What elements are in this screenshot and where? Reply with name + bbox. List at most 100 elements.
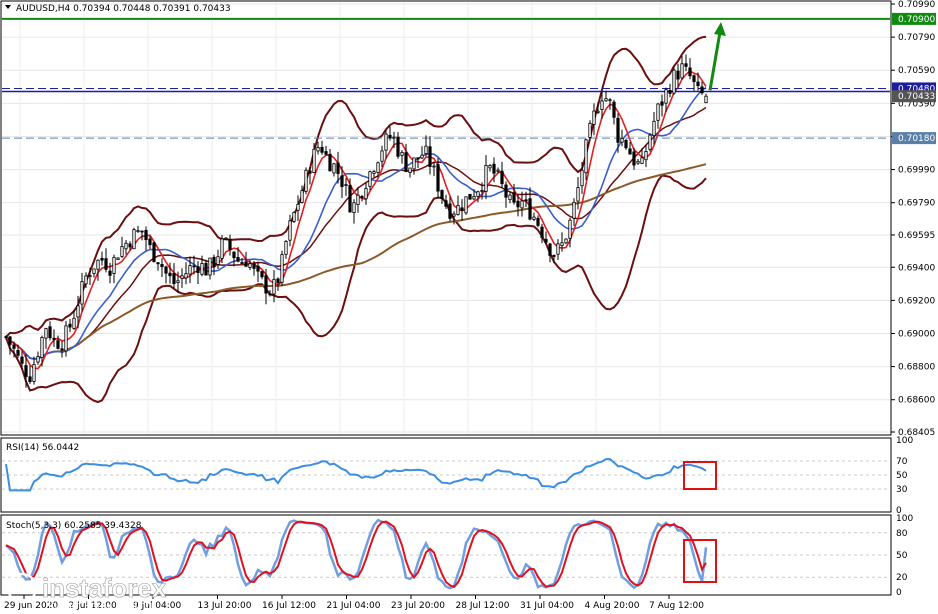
candle-body [80,281,84,305]
candle-body [260,271,264,278]
candle-body [424,145,428,155]
price-tick-label: 0.69595 [898,231,935,241]
stoch-header: Stoch(5,3,3) 60.2585 39.4328 [6,521,142,531]
candle-body [652,120,656,136]
candle-body [208,257,212,276]
candle-body [60,348,64,351]
candle-body [288,220,292,241]
candle-body [516,200,520,208]
candle-body [580,169,584,187]
candle-body [592,110,596,125]
candle-body [92,268,96,274]
candle-body [344,184,348,186]
candle-body [88,275,92,278]
candle-body [396,136,400,157]
candle-body [136,230,140,233]
candle-body [200,263,204,275]
candle-body [172,273,176,284]
candle-body [520,200,524,209]
candle-body [68,323,72,328]
candle-body [20,356,24,364]
candle-body [124,242,128,250]
candle-body [116,257,120,261]
rsi-header: RSI(14) 56.0442 [6,443,79,453]
time-tick-label: 28 Jul 12:00 [456,601,510,611]
candle-body [268,293,272,296]
candle-body [672,69,676,94]
candle-body [408,167,412,173]
candle-body [188,265,192,275]
candle-body [584,139,588,174]
rsi-tick-label: 50 [896,471,908,481]
price-tag-label: 0.70900 [898,15,935,25]
candle-body [528,198,532,220]
candle-body [700,86,704,94]
stoch-tick-label: 20 [896,573,908,583]
candle-body [356,194,360,205]
candle-body [376,162,380,173]
candle-body [84,275,88,285]
stoch-tick-label: 50 [896,551,908,561]
candle-body [112,256,116,274]
candle-body [144,229,148,241]
candle-body [616,117,620,143]
candle-body [132,229,136,250]
symbol-header: AUDUSD,H4 0.70394 0.70448 0.70391 0.7043… [16,4,231,14]
candle-body [620,138,624,143]
candle-body [12,344,16,349]
candle-body [256,265,260,272]
candle-body [96,259,100,270]
candle-body [180,275,184,279]
candle-body [120,246,124,257]
candle-body [244,261,248,267]
candle-body [428,146,432,167]
candle-body [148,238,152,246]
candle-body [364,188,368,200]
candle-body [64,325,68,352]
main-pane[interactable] [0,0,892,436]
time-tick-label: 23 Jul 20:00 [391,601,445,611]
candle-body [108,270,112,276]
candle-body [40,337,44,358]
candle-body [636,160,640,164]
price-tag-label: 0.70433 [898,92,935,102]
candle-body [532,216,536,220]
candle-body [300,190,304,203]
candle-body [272,278,276,295]
candle-body [420,154,424,159]
candle-body [232,251,236,259]
price-axis: 0.709900.707900.705900.703900.701900.699… [891,0,936,438]
candle-body [336,162,340,174]
candle-body [176,280,180,283]
candle-body [56,340,60,349]
price-tick-label: 0.69200 [898,296,935,306]
candle-body [292,212,296,222]
candle-body [476,191,480,197]
candle-body [196,266,200,273]
candle-body [104,258,108,270]
candle-body [524,199,528,202]
candle-body [24,365,28,377]
candle-body [388,134,392,139]
candle-body [572,201,576,219]
candle-body [340,175,344,187]
candle-body [216,256,220,265]
candle-body [280,254,284,283]
candle-body [48,326,52,339]
candle-body [608,99,612,102]
price-tick-label: 0.69000 [898,329,935,339]
candle-body [312,148,316,174]
candle-body [704,95,708,104]
time-tick-label: 31 Jul 04:00 [520,601,574,611]
candle-body [360,196,364,198]
candle-body [660,101,664,106]
price-tick-label: 0.68600 [898,396,935,406]
price-tick-label: 0.68800 [898,363,935,373]
candle-body [160,264,164,267]
candle-body [500,170,504,185]
candle-body [4,336,8,339]
time-tick-label: 4 Aug 20:00 [585,601,640,611]
candle-body [588,122,592,138]
candle-body [552,254,556,257]
candle-body [192,265,196,268]
